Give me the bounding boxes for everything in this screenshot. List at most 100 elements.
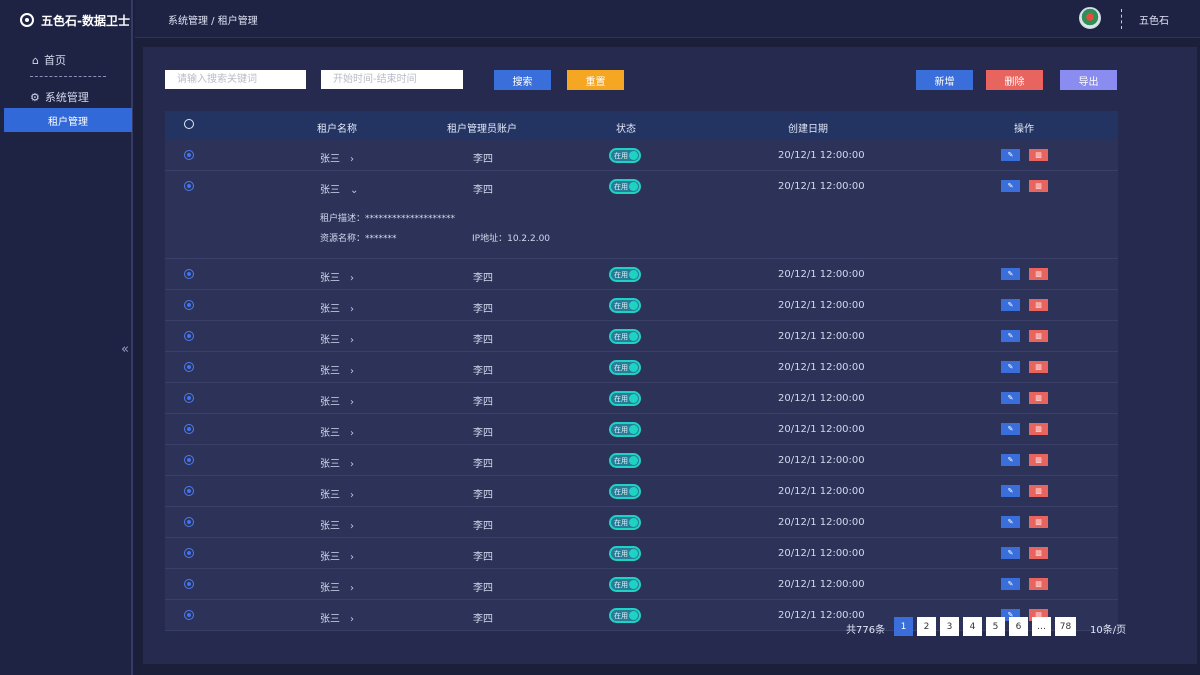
- trash-icon[interactable]: ▥: [1029, 516, 1048, 528]
- reset-button[interactable]: 重置: [567, 70, 624, 90]
- status-toggle[interactable]: 在用: [609, 360, 641, 375]
- sidebar-item-system[interactable]: ⚙ 系统管理: [30, 89, 89, 105]
- row-radio[interactable]: [184, 331, 194, 344]
- row-radio[interactable]: [184, 300, 194, 313]
- edit-icon[interactable]: ✎: [1001, 268, 1020, 280]
- row-radio[interactable]: [184, 150, 194, 163]
- status-toggle[interactable]: 在用: [609, 179, 641, 194]
- row-name[interactable]: 张三 ›: [320, 393, 354, 408]
- row-radio[interactable]: [184, 269, 194, 282]
- row-name[interactable]: 张三 ›: [320, 300, 354, 315]
- page-button[interactable]: 2: [917, 617, 936, 636]
- table-row[interactable]: 张三 › 李四 在用 20/12/1 12:00:00 ✎ ▥: [165, 259, 1118, 290]
- status-toggle[interactable]: 在用: [609, 298, 641, 313]
- row-name[interactable]: 张三 ›: [320, 517, 354, 532]
- row-name[interactable]: 张三 ›: [320, 486, 354, 501]
- row-name[interactable]: 张三 ›: [320, 455, 354, 470]
- edit-icon[interactable]: ✎: [1001, 423, 1020, 435]
- row-name[interactable]: 张三 ›: [320, 269, 354, 284]
- trash-icon[interactable]: ▥: [1029, 149, 1048, 161]
- edit-icon[interactable]: ✎: [1001, 578, 1020, 590]
- row-name[interactable]: 张三 ›: [320, 150, 354, 165]
- page-button[interactable]: 78: [1055, 617, 1076, 636]
- edit-icon[interactable]: ✎: [1001, 180, 1020, 192]
- page-button[interactable]: 4: [963, 617, 982, 636]
- table-row[interactable]: 张三 › 李四 在用 20/12/1 12:00:00 ✎ ▥: [165, 507, 1118, 538]
- search-button[interactable]: 搜索: [494, 70, 551, 90]
- sidebar-item-home[interactable]: ⌂ 首页: [32, 52, 66, 68]
- search-input[interactable]: [165, 70, 306, 89]
- trash-icon[interactable]: ▥: [1029, 268, 1048, 280]
- trash-icon[interactable]: ▥: [1029, 454, 1048, 466]
- page-button[interactable]: 1: [894, 617, 913, 636]
- trash-icon[interactable]: ▥: [1029, 578, 1048, 590]
- table-row[interactable]: 张三 › 李四 在用 20/12/1 12:00:00 ✎ ▥: [165, 569, 1118, 600]
- trash-icon[interactable]: ▥: [1029, 180, 1048, 192]
- row-radio[interactable]: [184, 393, 194, 406]
- expand-chevron-icon[interactable]: ›: [350, 552, 354, 563]
- expand-chevron-icon[interactable]: ›: [350, 583, 354, 594]
- status-toggle[interactable]: 在用: [609, 546, 641, 561]
- expand-chevron-icon[interactable]: ›: [350, 366, 354, 377]
- collapse-sidebar-icon[interactable]: «: [121, 342, 129, 357]
- row-name[interactable]: 张三 ›: [320, 331, 354, 346]
- expand-chevron-icon[interactable]: ›: [350, 154, 354, 165]
- row-radio[interactable]: [184, 455, 194, 468]
- table-row[interactable]: 张三 › 李四 在用 20/12/1 12:00:00 ✎ ▥: [165, 383, 1118, 414]
- trash-icon[interactable]: ▥: [1029, 361, 1048, 373]
- table-row[interactable]: 张三 › 李四 在用 20/12/1 12:00:00 ✎ ▥: [165, 290, 1118, 321]
- table-row[interactable]: 张三 ⌄ 李四 在用 20/12/1 12:00:00 ✎ ▥ 租户描述：****…: [165, 171, 1118, 259]
- sidebar-item-tenant[interactable]: 租户管理: [4, 108, 132, 132]
- table-row[interactable]: 张三 › 李四 在用 20/12/1 12:00:00 ✎ ▥: [165, 538, 1118, 569]
- status-toggle[interactable]: 在用: [609, 148, 641, 163]
- per-page-select[interactable]: 10条/页: [1090, 621, 1126, 636]
- date-range-input[interactable]: [321, 70, 463, 89]
- trash-icon[interactable]: ▥: [1029, 485, 1048, 497]
- edit-icon[interactable]: ✎: [1001, 330, 1020, 342]
- row-name[interactable]: 张三 ›: [320, 424, 354, 439]
- status-toggle[interactable]: 在用: [609, 577, 641, 592]
- username[interactable]: 五色石: [1139, 12, 1169, 27]
- select-all-radio[interactable]: [184, 119, 194, 132]
- page-button[interactable]: 6: [1009, 617, 1028, 636]
- table-row[interactable]: 张三 › 李四 在用 20/12/1 12:00:00 ✎ ▥: [165, 414, 1118, 445]
- table-row[interactable]: 张三 › 李四 在用 20/12/1 12:00:00 ✎ ▥: [165, 476, 1118, 507]
- expand-chevron-icon[interactable]: ›: [350, 428, 354, 439]
- avatar[interactable]: [1079, 7, 1101, 29]
- row-radio[interactable]: [184, 181, 194, 194]
- expand-chevron-icon[interactable]: ›: [350, 490, 354, 501]
- table-row[interactable]: 张三 › 李四 在用 20/12/1 12:00:00 ✎ ▥: [165, 352, 1118, 383]
- edit-icon[interactable]: ✎: [1001, 361, 1020, 373]
- table-row[interactable]: 张三 › 李四 在用 20/12/1 12:00:00 ✎ ▥: [165, 321, 1118, 352]
- edit-icon[interactable]: ✎: [1001, 547, 1020, 559]
- row-name[interactable]: 张三 ›: [320, 548, 354, 563]
- trash-icon[interactable]: ▥: [1029, 547, 1048, 559]
- row-name[interactable]: 张三 ›: [320, 579, 354, 594]
- expand-chevron-icon[interactable]: ›: [350, 335, 354, 346]
- row-radio[interactable]: [184, 424, 194, 437]
- trash-icon[interactable]: ▥: [1029, 392, 1048, 404]
- page-button[interactable]: …: [1032, 617, 1051, 636]
- delete-button[interactable]: 删除: [986, 70, 1043, 90]
- status-toggle[interactable]: 在用: [609, 515, 641, 530]
- table-row[interactable]: 张三 › 李四 在用 20/12/1 12:00:00 ✎ ▥: [165, 445, 1118, 476]
- expand-chevron-icon[interactable]: ›: [350, 521, 354, 532]
- edit-icon[interactable]: ✎: [1001, 485, 1020, 497]
- row-radio[interactable]: [184, 362, 194, 375]
- edit-icon[interactable]: ✎: [1001, 454, 1020, 466]
- page-button[interactable]: 5: [986, 617, 1005, 636]
- table-row[interactable]: 张三 › 李四 在用 20/12/1 12:00:00 ✎ ▥: [165, 140, 1118, 171]
- row-radio[interactable]: [184, 517, 194, 530]
- row-radio[interactable]: [184, 486, 194, 499]
- edit-icon[interactable]: ✎: [1001, 516, 1020, 528]
- expand-chevron-icon[interactable]: ›: [350, 304, 354, 315]
- export-button[interactable]: 导出: [1060, 70, 1117, 90]
- trash-icon[interactable]: ▥: [1029, 299, 1048, 311]
- row-radio[interactable]: [184, 548, 194, 561]
- status-toggle[interactable]: 在用: [609, 267, 641, 282]
- edit-icon[interactable]: ✎: [1001, 392, 1020, 404]
- row-name[interactable]: 张三 ⌄: [320, 181, 358, 196]
- status-toggle[interactable]: 在用: [609, 453, 641, 468]
- trash-icon[interactable]: ▥: [1029, 423, 1048, 435]
- edit-icon[interactable]: ✎: [1001, 299, 1020, 311]
